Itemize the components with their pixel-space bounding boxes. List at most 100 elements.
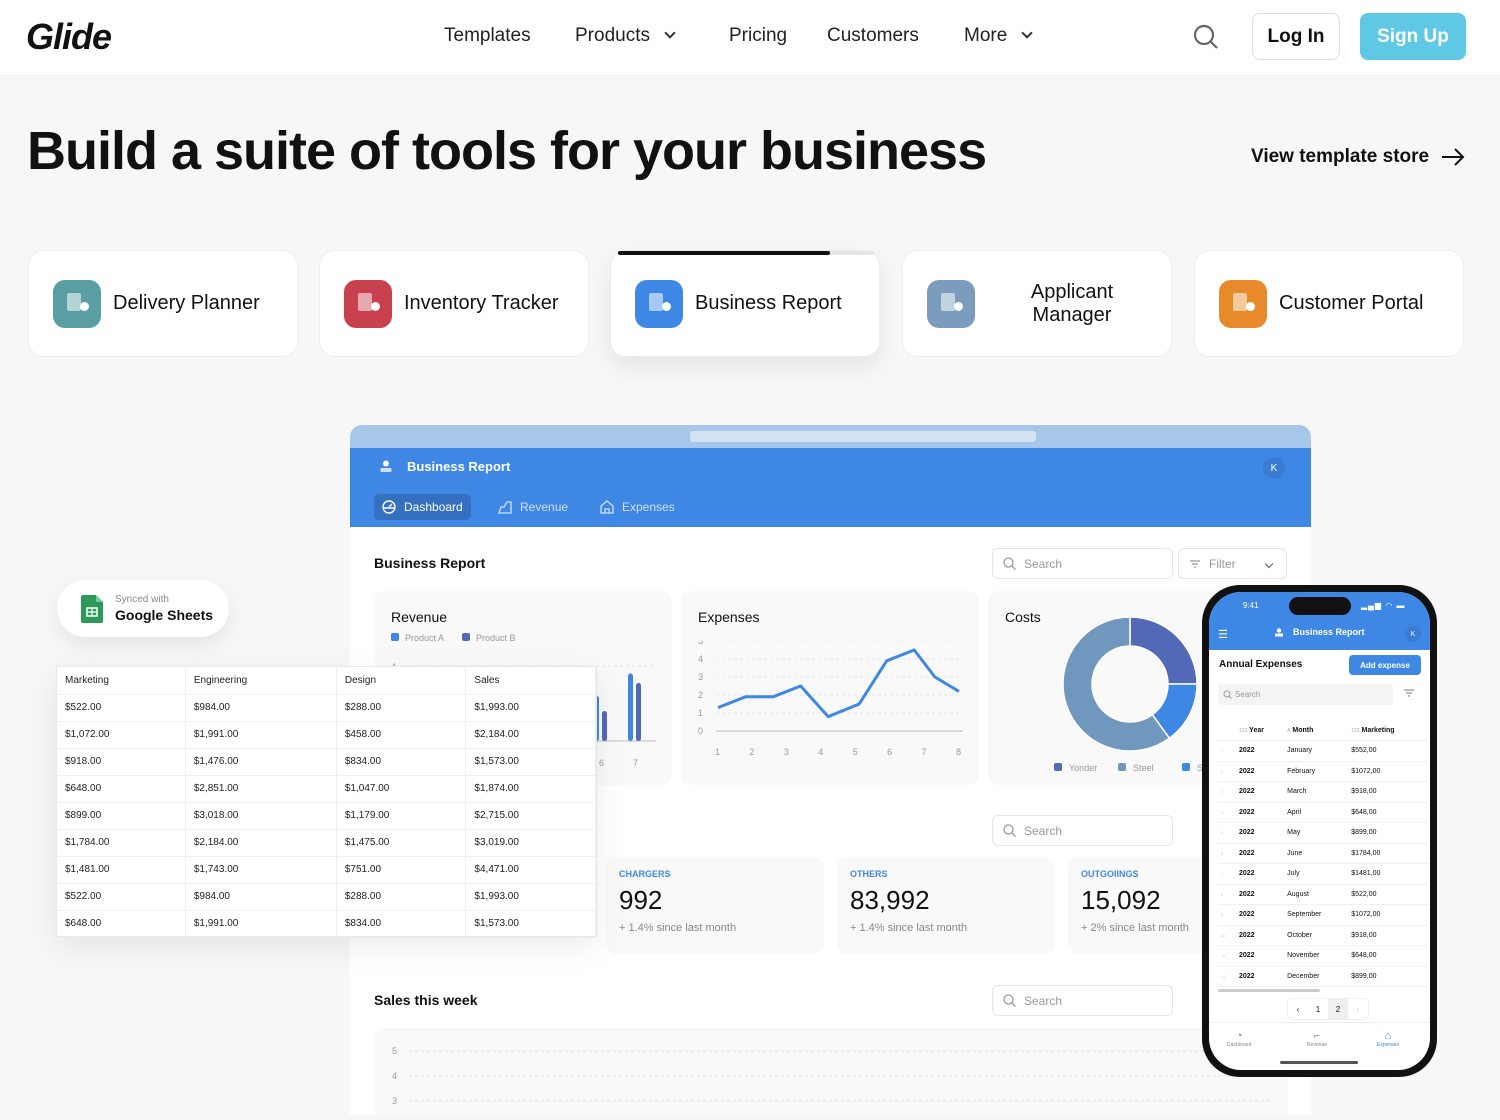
column-header[interactable]: 123 Year xyxy=(1236,720,1285,741)
menu-icon[interactable]: ☰ xyxy=(1218,628,1228,641)
table-cell[interactable]: $899.00 xyxy=(57,802,186,830)
login-button[interactable]: Log In xyxy=(1252,13,1340,60)
template-card[interactable]: Business Report xyxy=(610,250,880,357)
filter-dropdown[interactable]: Filter xyxy=(1178,548,1287,579)
table-cell[interactable]: $3,019.00 xyxy=(465,829,596,857)
table-cell[interactable]: $4,471.00 xyxy=(465,856,596,884)
template-card[interactable]: Inventory Tracker xyxy=(319,250,589,357)
tab-revenue[interactable]: Revenue xyxy=(490,494,576,520)
table-row[interactable]: 1 2022 January $552,00 xyxy=(1218,740,1428,762)
table-row[interactable]: 4 2022 April $648,00 xyxy=(1218,802,1428,823)
table-cell[interactable]: $1,784.00 xyxy=(57,829,186,857)
person-icon xyxy=(1275,628,1283,637)
table-cell[interactable]: $648.00 xyxy=(57,910,186,938)
phone-search-input[interactable]: Search xyxy=(1218,684,1393,705)
column-header[interactable]: Engineering xyxy=(185,667,337,695)
signup-button[interactable]: Sign Up xyxy=(1360,13,1466,60)
table-cell[interactable]: $458.00 xyxy=(336,721,467,749)
table-cell[interactable]: $1,993.00 xyxy=(465,883,596,911)
column-header[interactable]: Marketing xyxy=(57,667,186,695)
table-cell[interactable]: $1,476.00 xyxy=(185,748,337,776)
phone-tab-dashboard[interactable]: ◔ Dashboard xyxy=(1227,1030,1251,1048)
chevron-down-icon xyxy=(1021,27,1033,39)
table-cell[interactable]: $984.00 xyxy=(185,883,337,911)
table-row[interactable]: 5 2022 May $899,00 xyxy=(1218,822,1428,844)
nav-more[interactable]: More xyxy=(964,25,1033,47)
kpi-label: OTHERS xyxy=(850,869,888,879)
table-cell[interactable]: $288.00 xyxy=(336,694,467,722)
column-header[interactable]: Sales xyxy=(465,667,596,695)
store-link-label: View template store xyxy=(1251,146,1430,167)
page-2-button[interactable]: 2 xyxy=(1328,999,1348,1019)
table-cell[interactable]: $1,743.00 xyxy=(185,856,337,884)
table-cell[interactable]: $1,991.00 xyxy=(185,721,337,749)
next-page-button[interactable]: › xyxy=(1348,999,1368,1019)
table-cell[interactable]: $2,184.00 xyxy=(465,721,596,749)
avatar[interactable]: K xyxy=(1263,457,1285,479)
filter-icon[interactable] xyxy=(1404,689,1414,697)
table-cell[interactable]: $522.00 xyxy=(57,694,186,722)
table-cell[interactable]: $2,715.00 xyxy=(465,802,596,830)
phone-tab-expenses[interactable]: ⌂ Expenses xyxy=(1377,1030,1399,1048)
prev-page-button[interactable]: ‹ xyxy=(1288,999,1308,1019)
table-cell[interactable]: $1,475.00 xyxy=(336,829,467,857)
nav-products[interactable]: Products xyxy=(575,25,676,47)
table-row[interactable]: 7 2022 July $1481,00 xyxy=(1218,863,1428,885)
table-row[interactable]: 2 2022 February $1072,00 xyxy=(1218,761,1428,782)
table-row[interactable]: 3 2022 March $918,00 xyxy=(1218,781,1428,803)
glide-logo[interactable]: Glide xyxy=(26,16,112,58)
table-row[interactable]: 12 2022 December $899,00 xyxy=(1218,966,1428,987)
table-cell[interactable]: $751.00 xyxy=(336,856,467,884)
table-row[interactable]: 11 2022 November $648,00 xyxy=(1218,945,1428,967)
table-row[interactable]: 6 2022 June $1784,00 xyxy=(1218,843,1428,864)
table-cell[interactable]: $2,851.00 xyxy=(185,775,337,803)
x-tick-label: 5 xyxy=(853,747,858,757)
table-cell[interactable]: $984.00 xyxy=(185,694,337,722)
avatar[interactable]: K xyxy=(1405,626,1421,642)
table-cell: $1072,00 xyxy=(1348,761,1428,782)
table-cell[interactable]: $1,481.00 xyxy=(57,856,186,884)
search-input[interactable]: Search xyxy=(992,985,1173,1016)
table-cell[interactable]: $1,047.00 xyxy=(336,775,467,803)
template-card[interactable]: Delivery Planner xyxy=(28,250,298,357)
nav-customers[interactable]: Customers xyxy=(827,25,919,47)
horizontal-scrollbar[interactable] xyxy=(1218,989,1320,992)
table-cell[interactable]: $2,184.00 xyxy=(185,829,337,857)
page-title: Build a suite of tools for your business xyxy=(27,121,987,181)
table-cell[interactable]: $1,993.00 xyxy=(465,694,596,722)
table-row[interactable]: 9 2022 September $1072,00 xyxy=(1218,904,1428,926)
table-cell[interactable]: $3,018.00 xyxy=(185,802,337,830)
column-header[interactable]: 123 Marketing xyxy=(1348,720,1428,741)
table-cell[interactable]: $1,573.00 xyxy=(465,748,596,776)
template-card[interactable]: Applicant Manager xyxy=(902,250,1172,357)
nav-pricing[interactable]: Pricing xyxy=(729,25,787,47)
table-cell: May xyxy=(1284,822,1349,844)
search-input[interactable]: Search xyxy=(992,548,1173,579)
table-cell[interactable]: $834.00 xyxy=(336,748,467,776)
phone-tab-revenue[interactable]: ⌐ Revenue xyxy=(1307,1030,1327,1048)
view-template-store-link[interactable]: View template store xyxy=(1251,146,1465,168)
tab-expenses[interactable]: Expenses xyxy=(592,494,683,520)
tab-dashboard[interactable]: Dashboard xyxy=(374,494,471,520)
table-row[interactable]: 10 2022 October $918,00 xyxy=(1218,925,1428,946)
table-cell[interactable]: $1,072.00 xyxy=(57,721,186,749)
search-input[interactable]: Search xyxy=(992,815,1173,846)
table-cell[interactable]: $1,874.00 xyxy=(465,775,596,803)
table-cell[interactable]: $1,991.00 xyxy=(185,910,337,938)
column-header[interactable]: Design xyxy=(336,667,467,695)
table-cell[interactable]: $834.00 xyxy=(336,910,467,938)
add-expense-button[interactable]: Add expense xyxy=(1349,655,1421,675)
table-cell[interactable]: $1,179.00 xyxy=(336,802,467,830)
pagination: ‹ 1 2 › xyxy=(1287,998,1369,1020)
table-cell[interactable]: $288.00 xyxy=(336,883,467,911)
page-1-button[interactable]: 1 xyxy=(1308,999,1328,1019)
search-icon[interactable] xyxy=(1193,24,1219,50)
nav-templates[interactable]: Templates xyxy=(444,25,531,47)
table-cell[interactable]: $918.00 xyxy=(57,748,186,776)
table-row[interactable]: 8 2022 August $522,00 xyxy=(1218,884,1428,905)
template-card[interactable]: Customer Portal xyxy=(1194,250,1464,357)
table-cell[interactable]: $648.00 xyxy=(57,775,186,803)
table-cell[interactable]: $522.00 xyxy=(57,883,186,911)
table-cell[interactable]: $1,573.00 xyxy=(465,910,596,938)
column-header[interactable]: A Month xyxy=(1284,720,1349,741)
